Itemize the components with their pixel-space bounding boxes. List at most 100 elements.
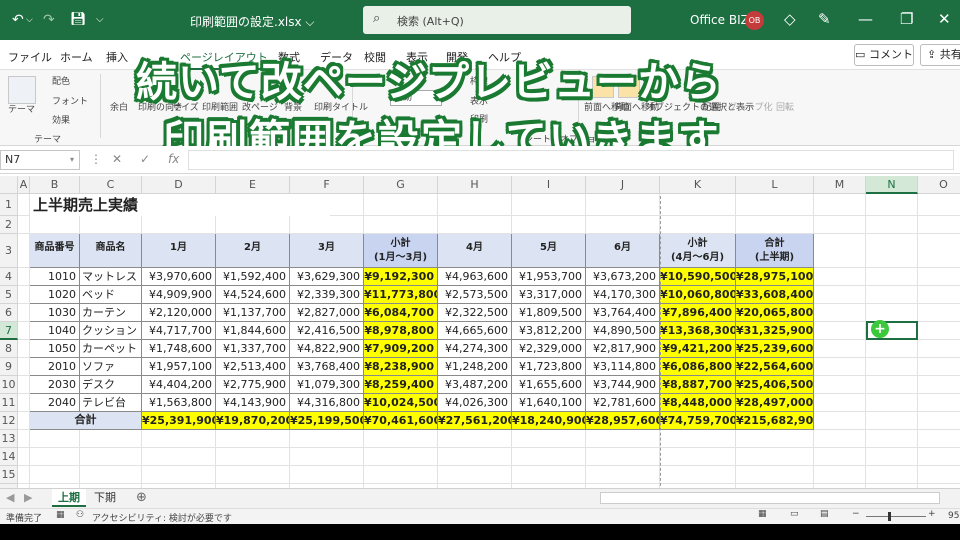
cell[interactable] xyxy=(736,448,814,466)
minimize-icon[interactable]: — xyxy=(858,10,873,28)
header-may[interactable]: 5月 xyxy=(512,234,586,268)
add-sheet-icon[interactable]: ⊕ xyxy=(136,490,147,505)
row-header-5[interactable]: 5 xyxy=(0,286,18,304)
table-cell[interactable]: ¥3,487,200 xyxy=(438,376,512,394)
table-cell[interactable]: ¥3,673,200 xyxy=(586,268,660,286)
cell[interactable] xyxy=(814,466,866,484)
header-jan[interactable]: 1月 xyxy=(142,234,216,268)
cell[interactable] xyxy=(18,376,30,394)
table-cell[interactable]: ¥2,775,900 xyxy=(216,376,290,394)
table-cell[interactable]: ¥4,890,500 xyxy=(586,322,660,340)
column-header-l[interactable]: L xyxy=(736,176,814,194)
cell[interactable] xyxy=(866,394,918,412)
cell[interactable] xyxy=(814,358,866,376)
table-cell[interactable]: ¥3,744,900 xyxy=(586,376,660,394)
diamond-icon[interactable]: ◇ xyxy=(784,10,796,28)
cell[interactable] xyxy=(660,194,736,216)
cell[interactable] xyxy=(512,430,586,448)
zoom-slider[interactable] xyxy=(866,516,926,517)
table-cell[interactable]: カーペット xyxy=(80,340,142,358)
column-header-e[interactable]: E xyxy=(216,176,290,194)
table-cell[interactable]: ¥1,748,600 xyxy=(142,340,216,358)
cell[interactable] xyxy=(814,234,866,268)
table-cell[interactable]: ¥1,655,600 xyxy=(512,376,586,394)
name-box-dropdown-icon[interactable]: ▾ xyxy=(70,155,74,164)
table-cell[interactable]: ¥7,909,200 xyxy=(364,340,438,358)
table-cell[interactable]: ¥10,060,800 xyxy=(660,286,736,304)
colors-button[interactable]: 配色 xyxy=(52,74,70,87)
column-header-b[interactable]: B xyxy=(30,176,80,194)
row-header-2[interactable]: 2 xyxy=(0,216,18,234)
cell[interactable] xyxy=(866,216,918,234)
user-name[interactable]: Office BIZ xyxy=(690,13,749,27)
cell[interactable] xyxy=(814,194,866,216)
total-cell[interactable]: ¥215,682,900 xyxy=(736,412,814,430)
table-cell[interactable]: ¥4,026,300 xyxy=(438,394,512,412)
name-box[interactable]: N7 xyxy=(0,150,80,170)
cell[interactable] xyxy=(866,286,918,304)
cell[interactable] xyxy=(814,430,866,448)
table-cell[interactable]: ¥8,238,900 xyxy=(364,358,438,376)
table-cell[interactable]: ¥2,781,600 xyxy=(586,394,660,412)
cell[interactable] xyxy=(814,268,866,286)
table-cell[interactable]: 1010 xyxy=(30,268,80,286)
table-cell[interactable]: ベッド xyxy=(80,286,142,304)
cell[interactable] xyxy=(290,466,364,484)
cell[interactable] xyxy=(736,194,814,216)
cell[interactable] xyxy=(364,194,438,216)
cell[interactable] xyxy=(216,448,290,466)
select-all-corner[interactable] xyxy=(0,176,18,194)
header-mar[interactable]: 3月 xyxy=(290,234,364,268)
cell[interactable] xyxy=(18,358,30,376)
search-box[interactable]: ⌕ 検索 (Alt+Q) xyxy=(363,6,631,34)
table-cell[interactable]: ¥1,563,800 xyxy=(142,394,216,412)
table-cell[interactable]: カーテン xyxy=(80,304,142,322)
table-cell[interactable]: ¥4,963,600 xyxy=(438,268,512,286)
table-cell[interactable]: ¥1,248,200 xyxy=(438,358,512,376)
cell[interactable] xyxy=(814,394,866,412)
cell[interactable] xyxy=(660,216,736,234)
cell[interactable] xyxy=(918,466,960,484)
table-cell[interactable]: ¥1,137,700 xyxy=(216,304,290,322)
row-header-11[interactable]: 11 xyxy=(0,394,18,412)
row-header-9[interactable]: 9 xyxy=(0,358,18,376)
cell[interactable] xyxy=(30,430,80,448)
cell[interactable] xyxy=(866,358,918,376)
cell[interactable] xyxy=(866,430,918,448)
cell[interactable] xyxy=(918,268,960,286)
table-cell[interactable]: ¥4,822,900 xyxy=(290,340,364,358)
table-cell[interactable]: ¥10,024,500 xyxy=(364,394,438,412)
header-jun[interactable]: 6月 xyxy=(586,234,660,268)
total-cell[interactable]: ¥18,240,900 xyxy=(512,412,586,430)
cell[interactable] xyxy=(438,430,512,448)
cell[interactable] xyxy=(918,430,960,448)
cell[interactable] xyxy=(586,194,660,216)
table-cell[interactable]: ¥1,957,100 xyxy=(142,358,216,376)
table-cell[interactable]: ¥1,809,500 xyxy=(512,304,586,322)
table-cell[interactable]: ¥8,259,400 xyxy=(364,376,438,394)
table-cell[interactable]: ¥4,524,600 xyxy=(216,286,290,304)
table-cell[interactable]: ¥2,573,500 xyxy=(438,286,512,304)
total-cell[interactable]: ¥70,461,600 xyxy=(364,412,438,430)
cell[interactable] xyxy=(290,448,364,466)
total-cell[interactable]: ¥28,957,600 xyxy=(586,412,660,430)
table-cell[interactable]: ¥9,421,200 xyxy=(660,340,736,358)
cell[interactable] xyxy=(586,216,660,234)
column-header-f[interactable]: F xyxy=(290,176,364,194)
cell[interactable] xyxy=(30,466,80,484)
zoom-slider-thumb[interactable] xyxy=(888,512,891,521)
next-sheet-icon[interactable]: ▶ xyxy=(24,491,32,504)
table-cell[interactable]: ¥4,274,300 xyxy=(438,340,512,358)
cell[interactable] xyxy=(18,304,30,322)
row-header-4[interactable]: 4 xyxy=(0,268,18,286)
table-cell[interactable]: 1040 xyxy=(30,322,80,340)
margins-button[interactable]: 余白 xyxy=(110,100,128,113)
cell[interactable] xyxy=(814,340,866,358)
cell[interactable] xyxy=(866,304,918,322)
cell[interactable] xyxy=(30,448,80,466)
table-cell[interactable]: ¥33,608,400 xyxy=(736,286,814,304)
row-header-12[interactable]: 12 xyxy=(0,412,18,430)
column-header-n[interactable]: N xyxy=(866,176,918,194)
cell[interactable] xyxy=(290,430,364,448)
table-cell[interactable]: ¥8,448,000 xyxy=(660,394,736,412)
